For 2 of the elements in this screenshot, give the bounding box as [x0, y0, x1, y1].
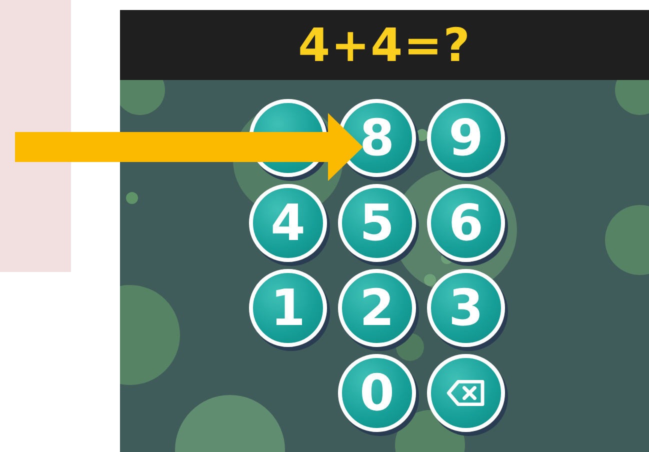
backspace-icon — [446, 379, 486, 407]
question-text: 4+4=? — [298, 18, 471, 72]
